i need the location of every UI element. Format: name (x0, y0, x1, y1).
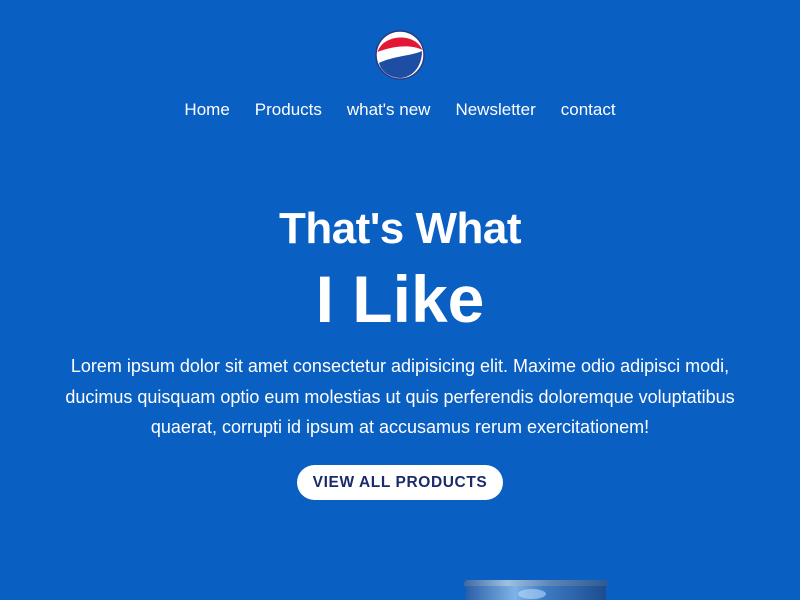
nav-item-newsletter[interactable]: Newsletter (443, 98, 548, 122)
hero-title-line1: That's What (278, 204, 522, 253)
nav-item-whats-new[interactable]: what's new (334, 98, 443, 122)
nav-item-products[interactable]: Products (242, 98, 334, 122)
view-all-products-button[interactable]: VIEW ALL PRODUCTS (297, 465, 503, 500)
hero-title-line2: I Like (315, 262, 485, 336)
main-nav: Home Products what's new Newsletter cont… (0, 98, 800, 122)
pepsi-can-icon (464, 580, 608, 600)
nav-item-home[interactable]: Home (172, 98, 242, 122)
nav-item-contact[interactable]: contact (548, 98, 628, 122)
pepsi-logo-icon[interactable] (375, 30, 425, 80)
hero-description: Lorem ipsum dolor sit amet consectetur a… (65, 356, 735, 437)
